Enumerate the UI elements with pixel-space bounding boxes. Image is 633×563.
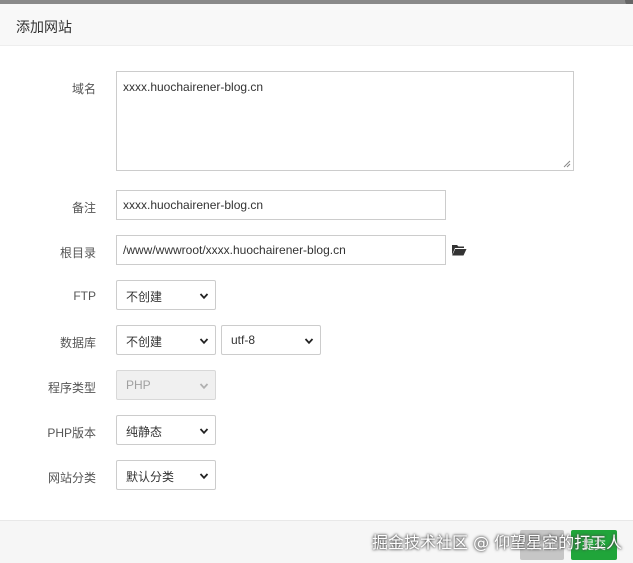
remark-label: 备注: [71, 201, 96, 215]
chevron-down-icon: [199, 381, 209, 391]
add-site-form: 域名 xxxx.huochairener-blog.cn 备注 xxxx.huo…: [0, 46, 633, 520]
site-category-label: 网站分类: [47, 471, 96, 485]
chevron-down-icon: [199, 471, 209, 481]
domain-textarea[interactable]: xxxx.huochairener-blog.cn: [116, 71, 574, 171]
program-type-label: 程序类型: [47, 381, 96, 395]
charset-select[interactable]: utf-8: [221, 325, 321, 355]
php-version-label: PHP版本: [47, 426, 96, 440]
root-dir-input[interactable]: /www/wwwroot/xxxx.huochairener-blog.cn: [116, 235, 446, 265]
resize-grip-icon[interactable]: [563, 160, 571, 168]
program-type-selected: PHP: [126, 378, 151, 392]
chevron-down-icon: [199, 291, 209, 301]
remark-input[interactable]: xxxx.huochairener-blog.cn: [116, 190, 446, 220]
chevron-down-icon: [199, 336, 209, 346]
ftp-selected: 不创建: [126, 290, 163, 304]
folder-open-icon[interactable]: [451, 243, 467, 257]
ftp-label: FTP: [73, 289, 96, 303]
chevron-down-icon: [304, 336, 314, 346]
database-label: 数据库: [59, 336, 96, 350]
root-dir-label: 根目录: [59, 246, 96, 260]
database-selected: 不创建: [126, 335, 163, 349]
site-category-select[interactable]: 默认分类: [116, 460, 216, 490]
chevron-down-icon: [199, 426, 209, 436]
php-version-selected: 纯静态: [126, 425, 163, 439]
domain-value: xxxx.huochairener-blog.cn: [123, 80, 264, 94]
charset-selected: utf-8: [231, 333, 256, 347]
database-select[interactable]: 不创建: [116, 325, 216, 355]
program-type-select: PHP: [116, 370, 216, 400]
php-version-select[interactable]: 纯静态: [116, 415, 216, 445]
root-dir-value: /www/wwwroot/xxxx.huochairener-blog.cn: [123, 243, 346, 257]
dialog-title: 添加网站: [16, 19, 72, 35]
site-category-selected: 默认分类: [126, 470, 175, 484]
domain-label: 域名: [71, 82, 96, 96]
remark-value: xxxx.huochairener-blog.cn: [123, 198, 264, 212]
dialog-header: 添加网站: [0, 4, 633, 46]
ftp-select[interactable]: 不创建: [116, 280, 216, 310]
watermark: 掘金技术社区 @ 仰望星空的打工人: [372, 533, 623, 552]
